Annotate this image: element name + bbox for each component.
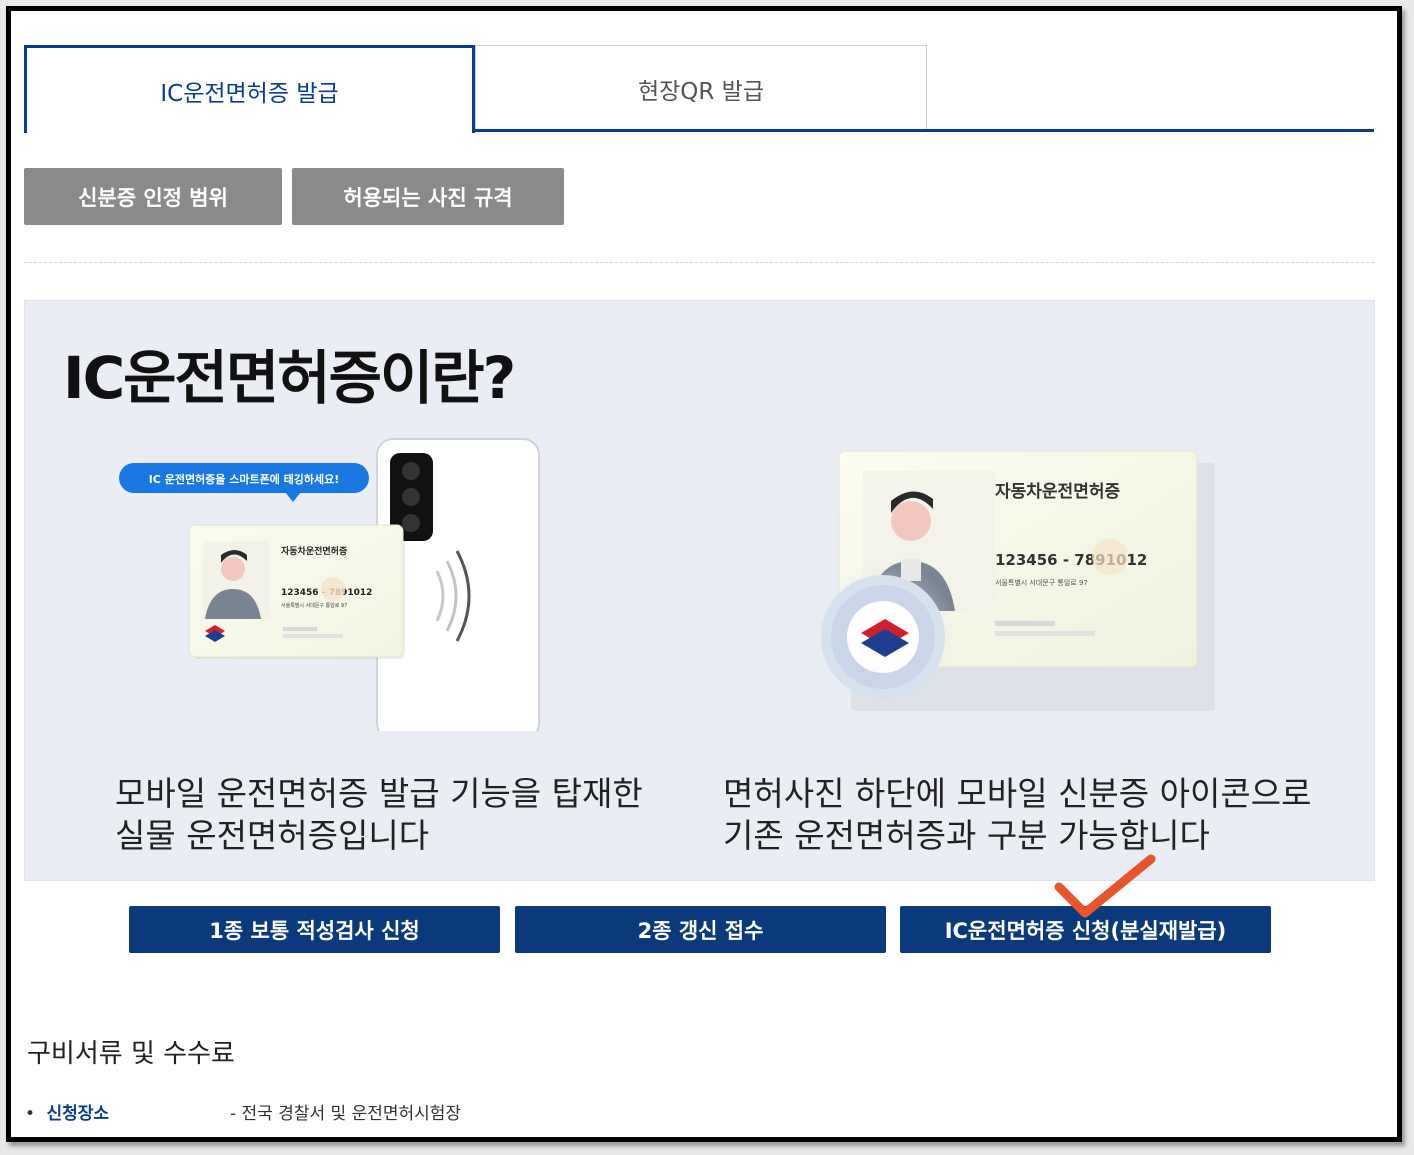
requirement-item: • 신청장소 - 전국 경찰서 및 운전면허시험장 xyxy=(25,1099,461,1124)
phone-tagging-illustration: 자동차운전면허증 123456 - 7891012 서울특별시 서대문구 통일로… xyxy=(119,438,540,731)
divider xyxy=(24,262,1374,263)
requirement-value: - 전국 경찰서 및 운전면허시험장 xyxy=(230,1104,462,1124)
license-card-illustration: 자동차운전면허증 123456 - 7891012 서울특별시 서대문구 통일로… xyxy=(807,450,1215,713)
tab-onsite-qr[interactable]: 현장QR 발급 xyxy=(475,45,927,131)
card-title-small: 자동차운전면허증 xyxy=(281,545,347,557)
left-desc-line2: 실물 운전면허증입니다 xyxy=(115,816,430,855)
requirement-label[interactable]: 신청장소 xyxy=(46,1104,109,1124)
photo-spec-button[interactable]: 허용되는 사진 규격 xyxy=(292,168,564,225)
class1-aptitude-test-button[interactable]: 1종 보통 적성검사 신청 xyxy=(129,906,500,953)
right-desc-line2: 기존 운전면허증과 구분 가능합니다 xyxy=(723,816,1210,855)
requirements-title: 구비서류 및 수수료 xyxy=(27,1039,235,1069)
check-mark-icon xyxy=(1054,854,1156,918)
id-scope-button[interactable]: 신분증 인정 범위 xyxy=(24,168,282,225)
card-address-large: 서울특별시 서대문구 통일로 97 xyxy=(995,578,1088,587)
right-desc-line1: 면허사진 하단에 모바일 신분증 아이콘으로 xyxy=(723,774,1312,813)
bullet: • xyxy=(25,1104,36,1124)
class2-renewal-button[interactable]: 2종 갱신 접수 xyxy=(515,906,886,953)
page-frame: IC운전면허증 발급 현장QR 발급 신분증 인정 범위 허용되는 사진 규격 … xyxy=(6,6,1402,1142)
left-description: 모바일 운전면허증 발급 기능을 탑재한 실물 운전면허증입니다 xyxy=(115,773,643,857)
ic-license-info-panel: IC운전면허증이란? 자동차운전면허증 123456 7891012 서울특별시… xyxy=(24,300,1375,881)
right-description: 면허사진 하단에 모바일 신분증 아이콘으로 기존 운전면허증과 구분 가능합니… xyxy=(723,773,1311,857)
tab-ic-license[interactable]: IC운전면허증 발급 xyxy=(24,45,475,133)
left-desc-line1: 모바일 운전면허증 발급 기능을 탑재한 xyxy=(115,774,643,813)
card-address-small: 서울특별시 서대문구 통일로 97 xyxy=(281,602,347,609)
tab-bar: IC운전면허증 발급 현장QR 발급 xyxy=(24,45,1386,137)
card-title-large: 자동차운전면허증 xyxy=(995,482,1120,502)
info-title: IC운전면허증이란? xyxy=(63,344,516,412)
bubble-text: IC 운전면허증을 스마트폰에 태깅하세요! xyxy=(149,472,340,486)
